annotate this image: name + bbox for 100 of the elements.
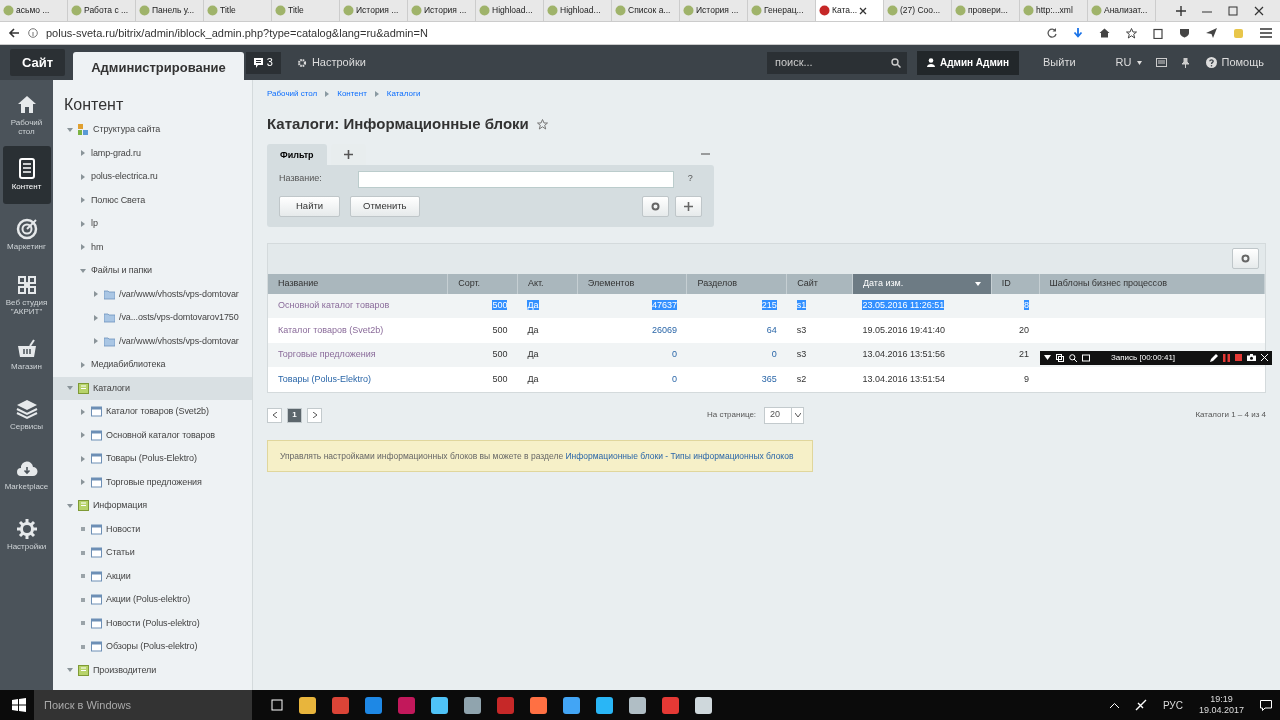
next-page-button[interactable] bbox=[307, 407, 322, 423]
column-header[interactable]: Название bbox=[268, 273, 448, 294]
count-link[interactable]: 0 bbox=[671, 373, 677, 384]
expand-arrow-icon[interactable] bbox=[80, 479, 86, 486]
back-icon[interactable] bbox=[8, 27, 20, 39]
maximize-icon[interactable] bbox=[1228, 5, 1238, 16]
browser-tab[interactable]: Работа с ... bbox=[68, 0, 136, 21]
menu-icon[interactable] bbox=[1260, 28, 1272, 38]
breadcrumb-link[interactable]: Контент bbox=[337, 88, 367, 100]
count-link[interactable]: 0 bbox=[671, 349, 677, 359]
app-icon[interactable] bbox=[298, 695, 317, 715]
tree-item[interactable]: Полюс Света bbox=[53, 188, 252, 212]
browser-tab[interactable]: асьмо ... bbox=[0, 0, 68, 21]
name-input[interactable] bbox=[357, 170, 674, 188]
new-tab-icon[interactable] bbox=[1176, 5, 1186, 16]
help-mark[interactable]: ? bbox=[687, 172, 693, 186]
collapse-arrow-icon[interactable] bbox=[67, 667, 73, 674]
browser-tab[interactable]: Панель у... bbox=[136, 0, 204, 21]
tree-item[interactable]: /var/www/vhosts/vps-domtovar bbox=[53, 329, 252, 353]
task-view-icon[interactable] bbox=[270, 699, 284, 711]
browser-tab[interactable]: Highload... bbox=[476, 0, 544, 21]
pin-icon[interactable] bbox=[1180, 57, 1190, 68]
expand-arrow-icon[interactable] bbox=[93, 314, 99, 321]
expand-arrow-icon[interactable] bbox=[80, 150, 86, 157]
expand-arrow-icon[interactable] bbox=[80, 244, 86, 251]
browser-tab[interactable]: Ката... bbox=[816, 0, 884, 21]
tree-item[interactable]: /var/www/vhosts/vps-domtovar bbox=[53, 282, 252, 306]
browser-tab[interactable]: История ... bbox=[408, 0, 476, 21]
breadcrumb-link[interactable]: Каталоги bbox=[386, 88, 421, 100]
page-button[interactable]: 1 bbox=[287, 407, 302, 423]
expand-arrow-icon[interactable] bbox=[80, 455, 86, 462]
menu-item[interactable]: Рабочий стол bbox=[2, 86, 51, 144]
tree-item[interactable]: Файлы и папки bbox=[53, 259, 252, 283]
browser-tab[interactable]: Список а... bbox=[612, 0, 680, 21]
info-icon[interactable] bbox=[28, 28, 38, 38]
tree-item[interactable]: Производители bbox=[53, 658, 252, 682]
per-page-select[interactable]: 20 bbox=[764, 406, 805, 424]
expand-arrow-icon[interactable] bbox=[80, 408, 86, 415]
settings-link[interactable]: Настройки bbox=[288, 54, 374, 71]
expand-arrow-icon[interactable] bbox=[80, 173, 86, 180]
help-link[interactable]: Помощь bbox=[1197, 54, 1272, 71]
windows-logo-icon[interactable] bbox=[12, 698, 26, 712]
search-box[interactable]: поиск... bbox=[766, 51, 907, 74]
tree-item[interactable]: Каталоги bbox=[53, 376, 252, 400]
settings-button[interactable] bbox=[642, 195, 669, 217]
breadcrumb-link[interactable]: Рабочий стол bbox=[267, 88, 318, 100]
app-icon[interactable] bbox=[562, 695, 581, 715]
network-icon[interactable] bbox=[1134, 699, 1147, 711]
app-icon[interactable] bbox=[463, 695, 482, 715]
filter-tab[interactable]: Фильтр bbox=[267, 143, 327, 165]
menu-item[interactable]: Маркетинг bbox=[2, 206, 51, 264]
count-link[interactable]: 64 bbox=[766, 324, 777, 335]
pencil-icon[interactable] bbox=[1210, 353, 1218, 362]
star-icon[interactable] bbox=[536, 118, 548, 130]
browser-tab[interactable]: История ... bbox=[680, 0, 748, 21]
menu-item[interactable]: Веб студия "АКРИТ" bbox=[2, 266, 51, 324]
tree-item[interactable]: /va...osts/vps-domtovarov1750 bbox=[53, 306, 252, 330]
tree-item[interactable]: lamp-grad.ru bbox=[53, 141, 252, 165]
pause-icon[interactable] bbox=[1223, 353, 1230, 362]
menu-item[interactable]: Настройки bbox=[2, 506, 51, 564]
clock[interactable]: 19:19 19.04.2017 bbox=[1198, 694, 1244, 716]
browser-tab[interactable]: провери... bbox=[952, 0, 1020, 21]
site-button[interactable]: Сайт bbox=[10, 49, 66, 76]
admin-tab[interactable]: Администрирование bbox=[73, 52, 244, 80]
add-button[interactable] bbox=[675, 195, 702, 217]
browser-tab[interactable]: Анализат... bbox=[1088, 0, 1156, 21]
language-indicator[interactable]: РУС bbox=[1162, 697, 1183, 713]
download-icon[interactable] bbox=[1073, 27, 1083, 39]
catalog-link[interactable]: Товары (Polus-Elektro) bbox=[278, 373, 371, 384]
find-button[interactable]: Найти bbox=[279, 195, 341, 217]
browser-tab[interactable]: http:...xml bbox=[1020, 0, 1088, 21]
chevron-up-icon[interactable] bbox=[1109, 702, 1119, 708]
notifications-button[interactable]: 3 bbox=[245, 51, 281, 74]
settings-button[interactable] bbox=[1232, 248, 1259, 269]
tree-item[interactable]: lp bbox=[53, 212, 252, 236]
count-link[interactable]: 26069 bbox=[651, 324, 677, 335]
tree-item[interactable]: Каталог товаров (Svet2b) bbox=[53, 400, 252, 424]
collapse-arrow-icon[interactable] bbox=[67, 126, 73, 133]
language-dropdown[interactable]: RU bbox=[1107, 54, 1150, 71]
notifications-icon[interactable] bbox=[1260, 699, 1272, 711]
app-icon[interactable] bbox=[595, 695, 614, 715]
expand-arrow-icon[interactable] bbox=[93, 338, 99, 345]
reload-icon[interactable] bbox=[1047, 28, 1057, 38]
iblock-types-link[interactable]: Информационные блоки - Типы информационных блоков bbox=[565, 450, 794, 461]
menu-item[interactable]: Магазин bbox=[2, 326, 51, 384]
close-icon[interactable] bbox=[859, 6, 868, 15]
frame-icon[interactable] bbox=[1082, 353, 1090, 362]
catalog-link[interactable]: Каталог товаров (Svet2b) bbox=[278, 324, 384, 335]
browser-tab[interactable]: История ... bbox=[340, 0, 408, 21]
window-icon[interactable] bbox=[1155, 58, 1167, 67]
taskbar-search[interactable]: Поиск в Windows bbox=[34, 690, 252, 720]
tree-item[interactable]: Новости (Polus-elektro) bbox=[53, 611, 252, 635]
expand-arrow-icon[interactable] bbox=[93, 291, 99, 298]
tree-item[interactable]: Обзоры (Polus-elektro) bbox=[53, 635, 252, 659]
tree-item[interactable]: Акции (Polus-elektro) bbox=[53, 588, 252, 612]
caret-icon[interactable] bbox=[1044, 355, 1051, 360]
menu-item[interactable]: Контент bbox=[2, 146, 51, 204]
cancel-button[interactable]: Отменить bbox=[350, 195, 420, 217]
prev-page-button[interactable] bbox=[267, 407, 282, 423]
collapse-arrow-icon[interactable] bbox=[80, 267, 86, 274]
